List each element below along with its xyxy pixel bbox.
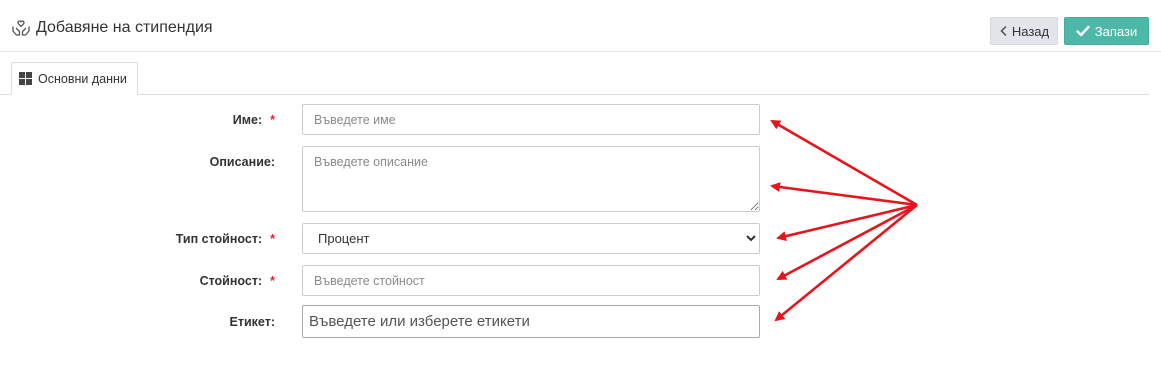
title-wrap: Добавяне на стипендия xyxy=(11,18,213,38)
description-textarea[interactable] xyxy=(302,146,760,212)
required-mark: * xyxy=(270,113,275,127)
tags-field[interactable] xyxy=(302,305,760,338)
check-icon xyxy=(1076,25,1090,37)
value-input[interactable] xyxy=(302,265,760,296)
description-label: Описание: xyxy=(210,155,275,169)
required-mark: * xyxy=(270,232,275,246)
value-label: Стойност: * xyxy=(200,274,275,288)
description-label-text: Описание: xyxy=(209,155,275,169)
arrow-to-name xyxy=(770,119,918,207)
page-header: Добавяне на стипендия Назад Запази xyxy=(0,0,1161,52)
required-mark: * xyxy=(270,274,275,288)
name-label-text: Име: xyxy=(232,113,263,127)
chevron-left-icon xyxy=(999,25,1009,37)
tab-basic-data[interactable]: Основни данни xyxy=(11,62,138,95)
arrow-to-tags xyxy=(774,203,918,322)
value-type-label: Тип стойност: * xyxy=(176,232,275,246)
tags-label-text: Етикет: xyxy=(229,315,275,329)
back-button-label: Назад xyxy=(1011,23,1050,39)
tags-label: Етикет: xyxy=(230,315,275,329)
value-type-label-text: Тип стойност: xyxy=(175,232,263,246)
value-type-select[interactable]: Процент xyxy=(302,223,760,254)
tags-input[interactable] xyxy=(309,313,749,330)
arrow-to-value xyxy=(776,203,918,281)
arrow-to-value-type xyxy=(776,203,918,242)
tab-label: Основни данни xyxy=(38,71,127,86)
arrow-to-description xyxy=(770,182,918,207)
save-button-label: Запази xyxy=(1094,23,1138,39)
tabs-divider xyxy=(0,94,1149,95)
save-button[interactable]: Запази xyxy=(1064,17,1149,45)
value-label-text: Стойност: xyxy=(199,274,263,288)
hands-heart-icon xyxy=(11,18,31,38)
grid-icon xyxy=(19,72,32,85)
page-title: Добавяне на стипендия xyxy=(36,19,213,36)
back-button[interactable]: Назад xyxy=(990,17,1058,45)
name-label: Име: * xyxy=(233,113,275,127)
name-input[interactable] xyxy=(302,104,760,135)
